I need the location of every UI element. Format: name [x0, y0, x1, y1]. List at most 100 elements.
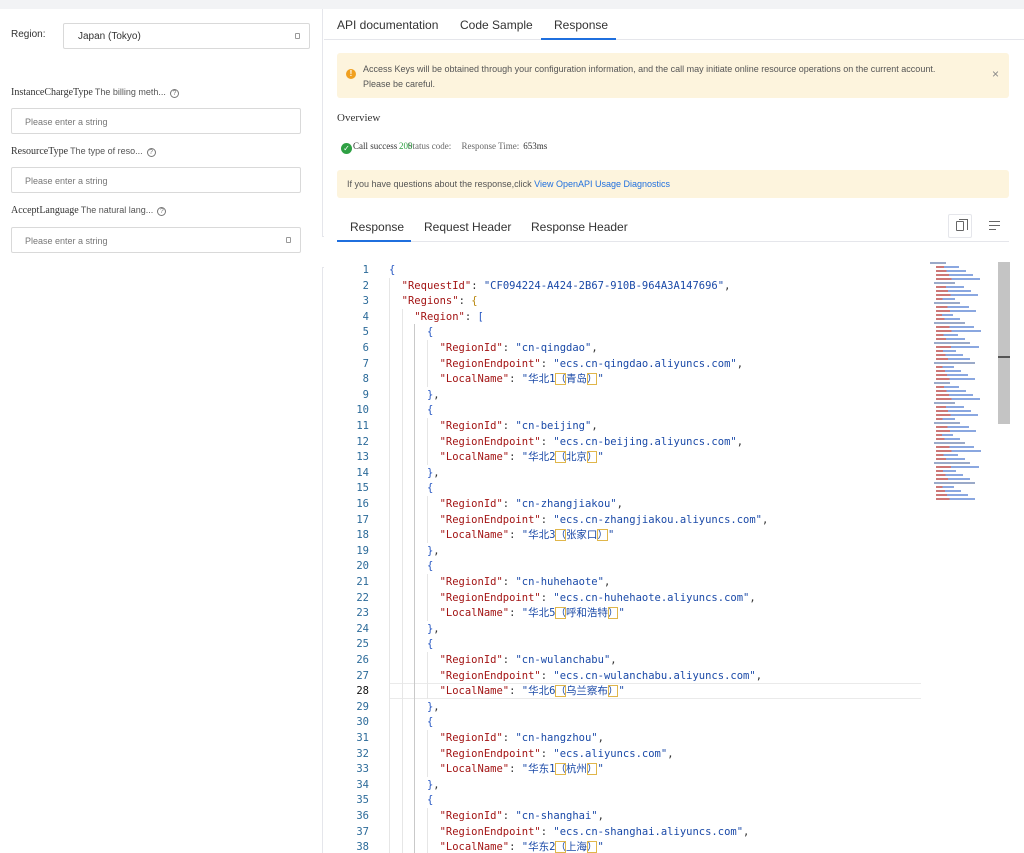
code-line: 31 "RegionId": "cn-hangzhou", — [337, 730, 937, 746]
code-text: { — [426, 560, 434, 573]
copy-button[interactable] — [948, 214, 972, 238]
line-number: 23 — [356, 607, 369, 620]
tab-code-sample[interactable]: Code Sample — [460, 18, 533, 32]
help-icon[interactable]: ? — [146, 148, 156, 157]
code-line: 16 "RegionId": "cn-zhangjiakou", — [337, 496, 937, 512]
code-text: "RegionId": "cn-wulanchabu", — [439, 654, 617, 666]
minimap-line — [936, 486, 954, 488]
tab-api-documentation[interactable]: API documentation — [337, 18, 438, 32]
minimap-line — [936, 266, 959, 268]
code-text: "Region": [ — [414, 310, 484, 323]
response-panel: API documentation Code Sample Response !… — [324, 9, 1024, 853]
code-line: 32 "RegionEndpoint": "ecs.aliyuncs.com", — [337, 746, 937, 762]
code-text: "RegionEndpoint": "ecs.cn-beijing.aliyun… — [439, 435, 744, 448]
minimap-line — [936, 410, 971, 412]
top-strip — [0, 0, 1024, 9]
code-line: 18 "LocalName": "华北3（张家口）" — [337, 527, 937, 543]
region-select[interactable]: Japan (Tokyo) — [63, 23, 310, 49]
code-text: "LocalName": "华东1（杭州）" — [439, 763, 604, 776]
help-icon[interactable]: ? — [169, 89, 179, 98]
code-text: { — [426, 326, 434, 339]
minimap-line — [936, 330, 981, 332]
format-button[interactable] — [983, 214, 1007, 238]
minimap-line — [936, 466, 979, 468]
minimap-line — [934, 302, 960, 304]
minimap-line — [936, 370, 961, 372]
minimap-line — [936, 278, 980, 280]
code-text: }, — [426, 622, 440, 635]
close-icon[interactable]: × — [992, 67, 999, 81]
resourcetype-input[interactable]: Please enter a string — [11, 167, 301, 193]
instancechargetype-input[interactable]: Please enter a string — [11, 108, 301, 134]
line-number: 25 — [356, 638, 369, 651]
dropdown-icon — [286, 237, 291, 243]
param-desc: The natural lang... — [80, 205, 154, 215]
code-line: 20 { — [337, 558, 937, 574]
status-code-label: Status code: — [407, 141, 452, 151]
region-row: Region: Japan (Tokyo) — [11, 23, 311, 49]
response-code-editor[interactable]: 1{2 "RequestId": "CF094224-A424-2B67-910… — [337, 259, 1021, 853]
line-number: 4 — [362, 310, 369, 323]
minimap-line — [936, 498, 975, 500]
minimap-line — [934, 422, 960, 424]
acceptlanguage-select[interactable]: Please enter a string — [11, 227, 301, 253]
help-icon[interactable]: ? — [157, 207, 167, 216]
subtab-response-header[interactable]: Response Header — [531, 220, 628, 234]
main-tabs: API documentation Code Sample Response — [324, 9, 1024, 40]
subtab-response[interactable]: Response — [350, 220, 404, 234]
line-number: 16 — [356, 498, 369, 510]
code-line: 14 }, — [337, 465, 937, 481]
copy-icon — [956, 219, 968, 231]
active-tab-indicator — [541, 38, 616, 40]
line-number: 8 — [362, 373, 369, 386]
diagnostics-prefix: If you have questions about the response… — [347, 179, 535, 189]
warning-text: Access Keys will be obtained through you… — [363, 64, 936, 89]
code-text: { — [426, 638, 434, 651]
check-circle-icon: ✓ — [341, 143, 352, 154]
line-number: 13 — [356, 451, 369, 464]
code-text: }, — [426, 778, 440, 791]
code-line: 26 "RegionId": "cn-wulanchabu", — [337, 652, 937, 668]
code-line: 38 "LocalName": "华东2（上海）" — [337, 839, 937, 853]
line-number: 37 — [356, 825, 369, 838]
minimap-line — [934, 402, 955, 404]
editor-scrollbar[interactable] — [998, 262, 1010, 424]
code-text: }, — [426, 544, 440, 557]
region-label: Region: — [11, 29, 46, 40]
code-text: "LocalName": "华北1（青岛）" — [439, 373, 604, 386]
param-name: ResourceType — [11, 146, 69, 157]
minimap-line — [936, 346, 979, 348]
line-number: 15 — [356, 482, 369, 495]
status-row: ✓ Call success Status code: 200 Response T… — [341, 141, 547, 154]
line-number: 7 — [362, 357, 369, 370]
minimap-line — [936, 390, 966, 392]
code-minimap[interactable] — [930, 262, 985, 512]
minimap-line — [936, 270, 966, 272]
code-line: 2 "RequestId": "CF094224-A424-2B67-910B-… — [337, 278, 937, 294]
subtab-request-header[interactable]: Request Header — [424, 220, 511, 234]
code-text: "RegionId": "cn-shanghai", — [439, 810, 604, 822]
minimap-line — [936, 414, 978, 416]
code-text: "LocalName": "华北3（张家口）" — [439, 529, 615, 542]
code-line: 8 "LocalName": "华北1（青岛）" — [337, 371, 937, 387]
line-number: 33 — [356, 763, 369, 776]
code-line: 30 { — [337, 714, 937, 730]
tab-response[interactable]: Response — [554, 18, 608, 32]
minimap-line — [936, 286, 964, 288]
dropdown-icon — [295, 33, 300, 39]
code-line: 6 "RegionId": "cn-qingdao", — [337, 340, 937, 356]
parameter-panel: Region: Japan (Tokyo) InstanceChargeType… — [0, 9, 323, 853]
line-number: 30 — [356, 716, 369, 729]
code-text: { — [426, 794, 434, 807]
diagnostics-link[interactable]: View OpenAPI Usage Diagnostics — [534, 179, 670, 189]
minimap-line — [934, 282, 955, 284]
response-subtabs: Response Request Header Response Header — [337, 212, 1009, 242]
format-icon — [989, 221, 1000, 230]
code-line: 4 "Region": [ — [337, 309, 937, 325]
input-placeholder: Please enter a string — [25, 117, 108, 127]
code-text: { — [389, 264, 396, 276]
code-line: 34 }, — [337, 777, 937, 793]
code-text: "RequestId": "CF094224-A424-2B67-910B-96… — [401, 279, 731, 292]
minimap-line — [934, 342, 970, 344]
minimap-line — [936, 298, 955, 300]
